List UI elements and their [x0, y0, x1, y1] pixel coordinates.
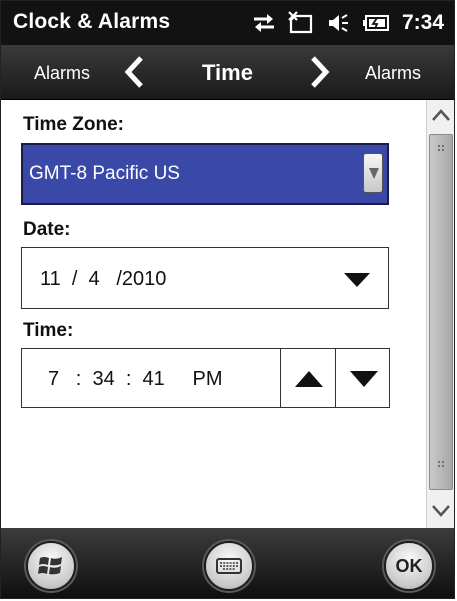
- triangle-up-icon: [295, 371, 323, 387]
- battery-icon: [362, 13, 390, 33]
- ok-button-label: OK: [395, 556, 423, 576]
- timezone-value: GMT-8 Pacific US: [29, 163, 180, 184]
- status-icons: 7:34: [252, 11, 444, 35]
- sync-arrows-icon: [252, 12, 276, 34]
- timezone-select[interactable]: GMT-8 Pacific US: [21, 143, 389, 205]
- scroll-thumb[interactable]: [429, 134, 453, 490]
- ok-button[interactable]: OK: [384, 541, 434, 591]
- windows-logo-icon: [38, 557, 62, 575]
- softkey-bar: OK: [1, 528, 454, 598]
- time-decrement-button[interactable]: [335, 348, 390, 408]
- keyboard-icon: [216, 558, 242, 574]
- status-bar: Clock & Alarms 7:34: [1, 1, 454, 45]
- triangle-down-icon: [350, 371, 378, 387]
- device-screen: Clock & Alarms 7:34 Alarms Time Alarms T…: [0, 0, 455, 599]
- date-dropdown-arrow-icon[interactable]: [344, 273, 370, 292]
- start-button[interactable]: [26, 541, 76, 591]
- time-label: Time:: [23, 320, 74, 341]
- vertical-scrollbar[interactable]: [426, 100, 454, 528]
- app-title: Clock & Alarms: [13, 10, 171, 33]
- time-increment-button[interactable]: [280, 348, 336, 408]
- keyboard-button[interactable]: [204, 541, 254, 591]
- scroll-down-icon[interactable]: [429, 498, 453, 527]
- nav-bar: Alarms Time Alarms: [1, 45, 454, 100]
- no-signal-icon: [288, 11, 314, 35]
- nav-next-label[interactable]: Alarms: [365, 63, 421, 84]
- date-value[interactable]: 11 / 4 /2010: [40, 268, 166, 291]
- time-value[interactable]: 7 : 34 : 41 PM: [48, 368, 223, 391]
- chevron-right-icon[interactable]: [309, 55, 331, 94]
- timezone-label: Time Zone:: [23, 114, 124, 135]
- date-label: Date:: [23, 219, 71, 240]
- scroll-up-icon[interactable]: [429, 104, 453, 133]
- chevron-down-icon: [369, 168, 379, 179]
- status-time: 7:34: [401, 11, 444, 34]
- time-field[interactable]: 7 : 34 : 41 PM: [21, 348, 281, 408]
- date-picker[interactable]: 11 / 4 /2010: [21, 247, 389, 309]
- volume-icon: [326, 12, 350, 34]
- timezone-dropdown-button[interactable]: [363, 153, 383, 193]
- grip-icon: [438, 145, 444, 153]
- grip-icon: [438, 461, 444, 469]
